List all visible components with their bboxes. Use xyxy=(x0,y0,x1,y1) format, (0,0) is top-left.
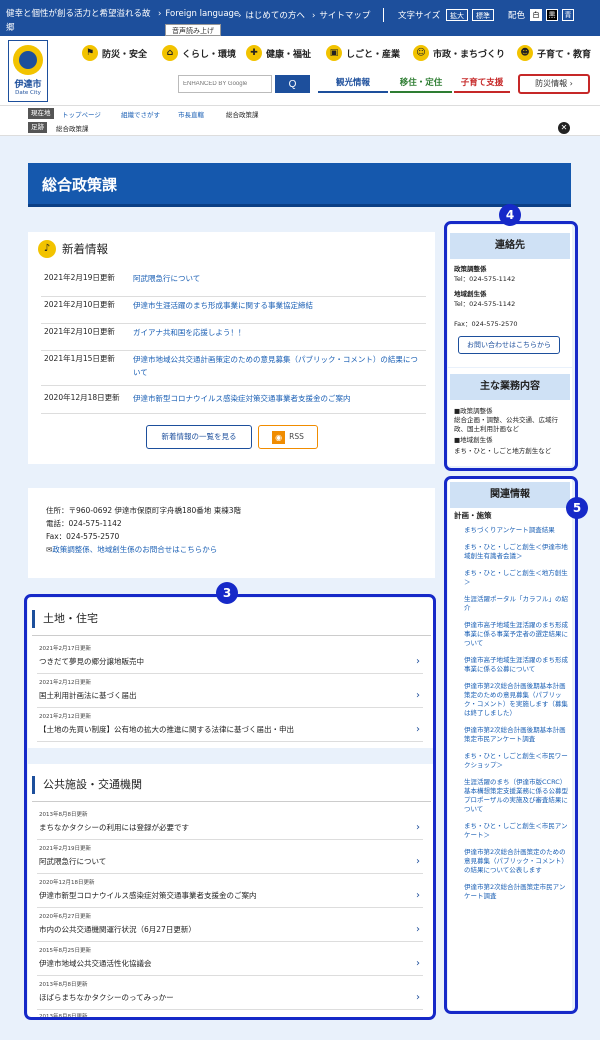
logo-name: 伊達市 xyxy=(14,80,42,90)
news-item[interactable]: 2020年12月18日更新 伊達市新型コロナウイルス感染症対策交通事業者支援金のご… xyxy=(41,392,426,414)
highlight-frame-3 xyxy=(24,594,436,1020)
tab-kosodate[interactable]: 子育て支援 xyxy=(454,75,510,93)
news-item[interactable]: 2021年2月10日更新 ガイアナ共和国を応援しよう！！ xyxy=(41,326,426,351)
search-button[interactable]: Q xyxy=(275,75,310,93)
city-emblem-icon xyxy=(13,45,43,75)
highlight-frame-4 xyxy=(444,221,578,471)
trail-item[interactable]: 総合政策課 xyxy=(56,123,89,133)
house-icon: ⌂ xyxy=(162,45,178,61)
breadcrumb-current: 総合政策課 xyxy=(226,111,259,119)
child-icon: ☻ xyxy=(517,45,533,61)
news-list-button[interactable]: 新着情報の一覧を見る xyxy=(146,425,252,449)
work-icon: ▣ xyxy=(326,45,342,61)
health-icon: ✚ xyxy=(246,45,262,61)
flag-icon: ⚑ xyxy=(82,45,98,61)
first-visit-link[interactable]: はじめての方へ xyxy=(238,9,305,21)
annotation-badge-5: 5 xyxy=(566,497,588,519)
close-icon[interactable]: ✕ xyxy=(558,122,570,134)
search-input[interactable] xyxy=(178,75,272,93)
rss-icon: ◉ xyxy=(272,430,286,444)
nav-shisei[interactable]: ☺ 市政・まちづくり xyxy=(413,44,505,62)
address-panel: 住所：〒960-0692 伊達市保原町字舟橋180番地 東棟3階 電話：024-… xyxy=(28,488,435,578)
divider xyxy=(383,8,384,22)
trail-tag: 足跡 xyxy=(28,122,47,133)
news-item[interactable]: 2021年1月15日更新 伊達市地域公共交通計画策定のための意見募集（パブリック・… xyxy=(41,353,426,386)
address-tel: 電話：024-575-1142 xyxy=(46,519,122,528)
nav-kosodate[interactable]: ☻ 子育て・教育 xyxy=(517,44,591,62)
nav-kenko[interactable]: ✚ 健康・福祉 xyxy=(246,44,311,62)
color-white-button[interactable]: 白 xyxy=(530,9,542,21)
highlight-frame-5 xyxy=(444,476,578,1014)
bell-icon: ♪ xyxy=(38,240,56,258)
news-heading: ♪ 新着情報 xyxy=(38,240,108,258)
inquiry-link[interactable]: 政策調整係、地域創生係のお問合せはこちらから xyxy=(52,545,217,554)
annotation-badge-4: 4 xyxy=(499,204,521,226)
disaster-info-button[interactable]: 防災情報 › xyxy=(518,74,590,94)
address-line: 住所：〒960-0692 伊達市保原町字舟橋180番地 東棟3階 xyxy=(46,506,241,515)
color-label: 配色 xyxy=(508,11,526,21)
breadcrumb-mayor[interactable]: 市長直轄 xyxy=(178,109,204,119)
here-tag: 現在地 xyxy=(28,108,54,119)
nav-kurashi[interactable]: ⌂ くらし・環境 xyxy=(162,44,236,62)
rss-button[interactable]: ◉ RSS xyxy=(258,425,318,449)
news-item[interactable]: 2021年2月19日更新 阿武隈急行について xyxy=(41,272,426,297)
font-size-label: 文字サイズ xyxy=(398,11,441,21)
news-item[interactable]: 2021年2月10日更新 伊達市生涯活躍のまち形成事業に関する事業協定締結 xyxy=(41,299,426,324)
address-fax: Fax：024-575-2570 xyxy=(46,532,120,541)
tab-kanko[interactable]: 観光情報 xyxy=(318,75,388,93)
font-enlarge-button[interactable]: 拡大 xyxy=(446,9,468,21)
voice-reader-button[interactable]: 音声読み上げ xyxy=(165,24,221,36)
annotation-badge-3: 3 xyxy=(216,582,238,604)
site-logo[interactable]: 伊達市 Date City xyxy=(8,40,48,102)
city-icon: ☺ xyxy=(413,45,429,61)
color-black-button[interactable]: 黒 xyxy=(546,9,558,21)
nav-shigoto[interactable]: ▣ しごと・産業 xyxy=(326,44,400,62)
page-title: 総合政策課 xyxy=(28,163,571,207)
sitemap-link[interactable]: サイトマップ xyxy=(312,9,370,21)
logo-en: Date City xyxy=(15,90,41,96)
color-blue-button[interactable]: 青 xyxy=(562,9,574,21)
foreign-language-link[interactable]: Foreign language xyxy=(158,9,239,19)
tab-iju[interactable]: 移住・定住 xyxy=(390,75,452,93)
nav-bousai[interactable]: ⚑ 防災・安全 xyxy=(82,44,147,62)
breadcrumb-org[interactable]: 組織でさがす xyxy=(121,109,160,119)
breadcrumb-top[interactable]: トップページ xyxy=(62,109,101,119)
font-standard-button[interactable]: 標準 xyxy=(472,9,494,21)
slogan: 健幸と個性が創る活力と希望溢れる故郷 xyxy=(6,9,151,33)
top-bar: 健幸と個性が創る活力と希望溢れる故郷 Foreign language はじめて… xyxy=(0,0,600,36)
